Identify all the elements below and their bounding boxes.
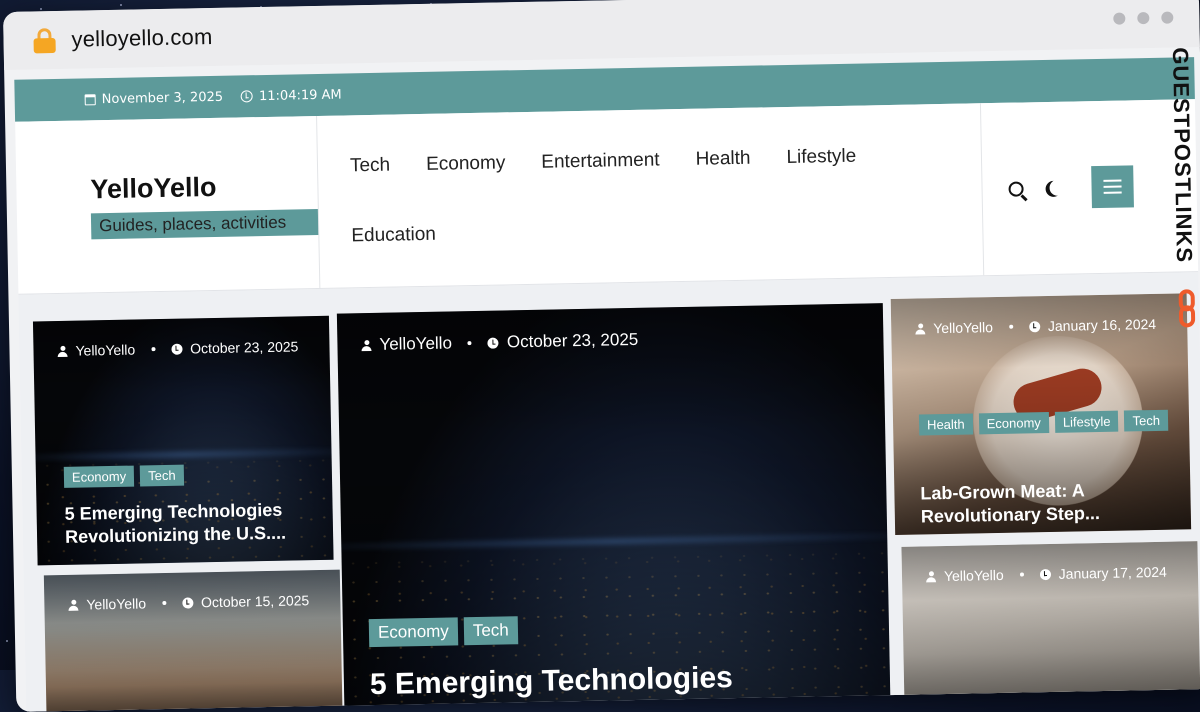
tag-economy[interactable]: Economy [368,617,459,648]
post-card[interactable]: YelloYello January 17, 2024 [901,541,1200,712]
post-card[interactable]: YelloYello October 23, 2025 Economy Tech… [32,315,334,566]
post-date: October 23, 2025 [190,338,299,357]
separator-dot [1019,572,1024,577]
site-title[interactable]: YelloYello [90,169,318,204]
post-author[interactable]: YelloYello [933,319,993,336]
featured-post-card[interactable]: YelloYello October 23, 2025 Economy Tech… [336,303,891,712]
user-icon [68,600,78,610]
post-date: January 16, 2024 [1047,315,1157,334]
tag-lifestyle[interactable]: Lifestyle [1054,410,1119,433]
separator-dot [151,347,156,352]
nav-item-entertainment[interactable]: Entertainment [541,145,660,177]
post-author[interactable]: YelloYello [379,333,452,354]
post-date: October 15, 2025 [200,592,310,611]
tag-tech[interactable]: Tech [463,616,519,646]
user-icon [57,346,67,356]
window-dot-icon[interactable] [1113,12,1126,25]
window-dot-icon[interactable] [1161,11,1174,24]
current-time: 11:04:19 AM [240,87,342,104]
window-dot-icon[interactable] [1137,11,1150,25]
clock-icon [240,90,254,103]
site-header: YelloYello Guides, places, activities Te… [15,99,1199,295]
clock-icon [171,343,183,355]
nav-item-health[interactable]: Health [695,144,750,175]
post-date: October 23, 2025 [506,329,639,352]
clock-icon [1028,320,1041,332]
hamburger-icon [1103,179,1122,182]
separator-dot [467,341,472,346]
user-icon [915,323,925,333]
main-navigation: Tech Economy Entertainment Health Lifest… [317,103,985,288]
clock-icon [181,596,194,609]
nav-item-economy[interactable]: Economy [426,148,506,180]
window-controls [1113,11,1174,25]
user-icon [361,340,371,350]
post-tags: Economy Tech [63,464,184,488]
current-date-text: November 3, 2025 [101,89,224,107]
web-page: November 3, 2025 11:04:19 AM YelloYello … [14,57,1200,712]
post-tags: Economy Tech [368,616,519,648]
post-card[interactable]: YelloYello October 15, 2025 [43,569,343,712]
tag-tech[interactable]: Tech [139,464,184,487]
tag-economy[interactable]: Economy [978,411,1050,435]
watermark-text: GUESTPOSTLINKS [1167,47,1198,264]
post-author[interactable]: YelloYello [86,595,146,612]
post-title[interactable]: Lab-Grown Meat: A Revolutionary Step... [920,478,1171,530]
current-time-text: 11:04:19 AM [258,87,342,104]
site-branding: YelloYello Guides, places, activities [15,115,321,294]
lock-icon [33,28,56,54]
tag-health[interactable]: Health [918,413,973,436]
clock-icon [487,337,500,349]
user-icon [926,571,936,581]
nav-item-lifestyle[interactable]: Lifestyle [786,142,856,173]
separator-dot [162,600,167,606]
post-title[interactable]: 5 Emerging Technologies Revolutionizing … [64,498,315,550]
browser-window: yelloyello.com November 3, 2025 11:04:19… [3,0,1200,712]
tag-economy[interactable]: Economy [63,465,135,488]
calendar-icon [84,93,96,105]
post-author[interactable]: YelloYello [75,342,135,359]
post-card[interactable]: YelloYello January 16, 2024 Health Econo… [890,293,1192,535]
nav-item-tech[interactable]: Tech [350,151,391,182]
menu-button[interactable] [1091,165,1134,209]
separator-dot [1008,324,1013,329]
search-icon[interactable] [1008,180,1024,197]
clock-icon [1039,568,1051,580]
current-date: November 3, 2025 [84,89,224,107]
chain-link-icon [1178,289,1198,329]
dark-mode-toggle-icon[interactable] [1049,180,1065,196]
site-tagline: Guides, places, activities [90,208,319,239]
tag-tech[interactable]: Tech [1124,409,1169,432]
post-date: January 17, 2024 [1058,563,1168,582]
featured-posts-grid: YelloYello October 23, 2025 Economy Tech… [32,285,1200,712]
nav-item-education[interactable]: Education [351,220,436,252]
address-bar[interactable]: yelloyello.com [71,24,212,53]
post-author[interactable]: YelloYello [944,567,1004,584]
